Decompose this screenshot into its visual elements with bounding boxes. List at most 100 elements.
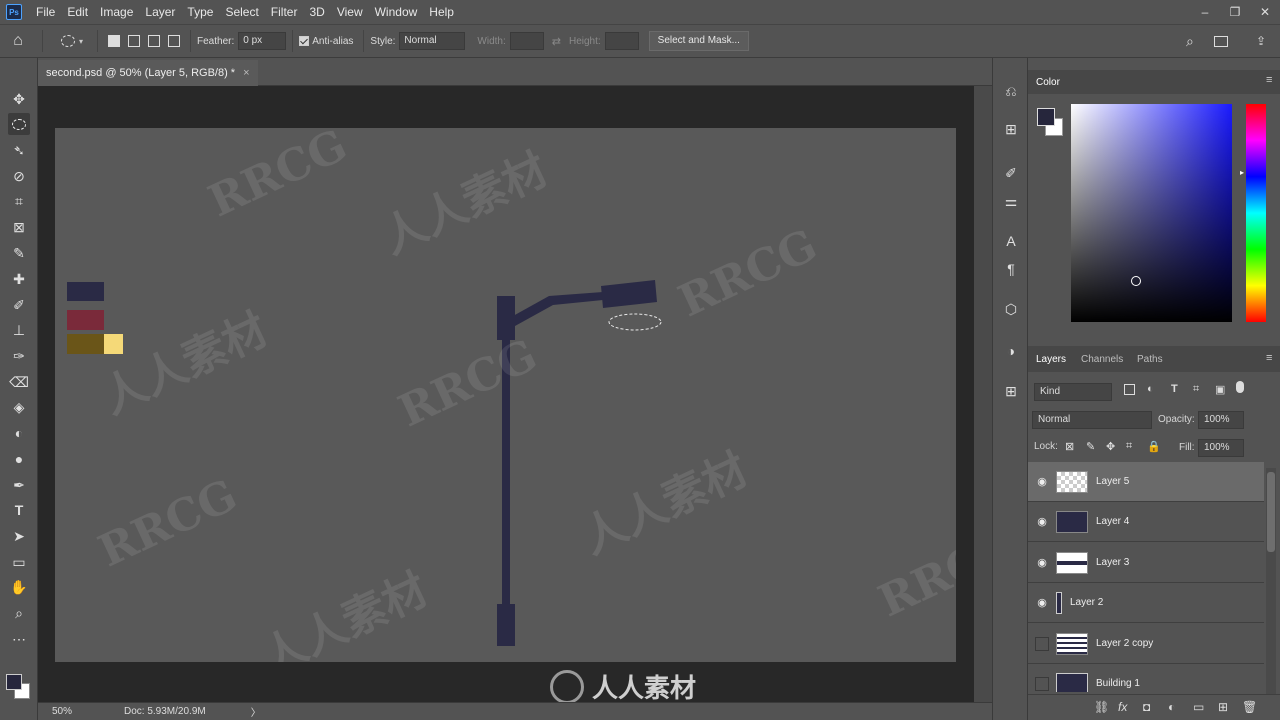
filter-smart-object-icon[interactable]: ▣ [1215, 383, 1225, 396]
link-layers-icon[interactable]: ⛓ [1094, 700, 1109, 714]
share-icon[interactable]: ⇪ [1256, 34, 1266, 48]
lock-all-icon[interactable]: 🔒 [1147, 440, 1161, 453]
adjustments-panel-icon[interactable]: ◑ [1000, 340, 1022, 362]
history-panel-icon[interactable]: ⎌ [1000, 80, 1022, 102]
layer-row-building-1[interactable]: Building 1 [1028, 664, 1264, 692]
vertical-scrollbar[interactable] [974, 86, 992, 702]
blur-tool-icon[interactable]: ◐ [8, 422, 30, 444]
intersect-selection-icon[interactable] [168, 35, 181, 47]
panel-menu-icon[interactable]: ≡ [1266, 74, 1272, 86]
lock-artboard-icon[interactable]: ⌗ [1126, 440, 1132, 453]
eraser-tool-icon[interactable]: ⌫ [8, 371, 30, 393]
document-tab[interactable]: second.psd @ 50% (Layer 5, RGB/8) * × [38, 60, 258, 86]
zoom-level[interactable]: 50% [52, 706, 112, 717]
height-input[interactable] [604, 32, 639, 50]
visibility-toggle-hidden[interactable] [1035, 636, 1049, 651]
zoom-tool-icon[interactable]: ⌕ [8, 602, 30, 624]
filter-type-icon[interactable]: T [1171, 383, 1178, 395]
character-panel-icon[interactable]: A [1000, 230, 1022, 252]
rectangle-tool-icon[interactable]: ▭ [8, 551, 30, 573]
layers-panel-menu-icon[interactable]: ≡ [1266, 352, 1272, 364]
move-tool-icon[interactable]: ✥ [8, 88, 30, 110]
new-selection-icon[interactable] [108, 35, 121, 47]
elliptical-marquee-preset-icon[interactable] [61, 35, 75, 47]
color-picker-field[interactable] [1071, 104, 1232, 322]
layer-name[interactable]: Layer 5 [1096, 476, 1129, 487]
chevron-down-icon[interactable]: ▾ [79, 37, 83, 46]
grid-panel-icon[interactable]: ⊞ [1000, 380, 1022, 402]
menu-filter[interactable]: Filter [265, 0, 304, 24]
fill-input[interactable]: 100% [1198, 439, 1244, 457]
opacity-input[interactable]: 100% [1198, 411, 1244, 429]
paint-bucket-tool-icon[interactable]: ◈ [8, 396, 30, 418]
menu-layer[interactable]: Layer [139, 0, 181, 24]
document-canvas[interactable]: RRCG 人人素材 RRCG 人人素材 RRCG 人人素材 RRCG 人人素材 … [55, 128, 956, 662]
lock-transparent-pixels-icon[interactable]: ⊠ [1065, 440, 1074, 453]
visibility-eye-icon[interactable]: ◉ [1028, 475, 1056, 488]
menu-window[interactable]: Window [369, 0, 424, 24]
quick-selection-tool-icon[interactable]: ⊘ [8, 165, 30, 187]
pen-tool-icon[interactable]: ✒ [8, 474, 30, 496]
layers-scrollbar[interactable] [1266, 468, 1276, 694]
lasso-tool-icon[interactable]: ➴ [8, 139, 30, 161]
foreground-color-swatch[interactable] [6, 674, 22, 690]
visibility-eye-icon[interactable]: ◉ [1028, 556, 1056, 569]
width-input[interactable] [509, 32, 544, 50]
eyedropper-tool-icon[interactable]: ✎ [8, 242, 30, 264]
frame-tool-icon[interactable]: ⊠ [8, 216, 30, 238]
elliptical-marquee-tool-icon[interactable] [8, 113, 30, 135]
style-select[interactable]: Normal [399, 32, 466, 50]
visibility-toggle-hidden[interactable] [1035, 676, 1049, 691]
more-tools-icon[interactable]: ⋯ [8, 628, 30, 650]
menu-type[interactable]: Type [181, 0, 219, 24]
filter-adjustment-icon[interactable]: ◐ [1147, 383, 1154, 395]
3d-panel-icon[interactable]: ⬡ [1000, 298, 1022, 320]
menu-3d[interactable]: 3D [303, 0, 330, 24]
visibility-eye-icon[interactable]: ◉ [1028, 596, 1056, 609]
color-panel-title[interactable]: Color [1036, 77, 1060, 88]
select-and-mask-button[interactable]: Select and Mask... [648, 31, 749, 51]
tab-channels[interactable]: Channels [1081, 354, 1123, 365]
crop-tool-icon[interactable]: ⌗ [8, 190, 30, 212]
filter-pixel-icon[interactable] [1124, 384, 1135, 395]
path-selection-tool-icon[interactable]: ➤ [8, 525, 30, 547]
lock-position-icon[interactable]: ✥ [1106, 440, 1115, 453]
hue-slider[interactable] [1246, 104, 1266, 322]
layer-row-2[interactable]: ◉ Layer 2 [1028, 583, 1264, 623]
status-arrow-icon[interactable]: 〉 [251, 704, 261, 719]
minimize-button[interactable]: – [1190, 5, 1220, 19]
tab-layers[interactable]: Layers [1036, 354, 1066, 365]
add-mask-icon[interactable]: ◘ [1143, 700, 1150, 714]
kind-filter-select[interactable]: Kind [1034, 383, 1112, 401]
clone-stamp-tool-icon[interactable]: ⊥ [8, 319, 30, 341]
menu-help[interactable]: Help [423, 0, 460, 24]
layer-name[interactable]: Layer 2 copy [1096, 638, 1153, 649]
layer-name[interactable]: Layer 2 [1070, 597, 1103, 608]
layer-name[interactable]: Building 1 [1096, 678, 1140, 689]
restore-button[interactable]: ❐ [1220, 5, 1250, 19]
close-tab-icon[interactable]: × [243, 61, 249, 85]
filter-shape-icon[interactable]: ⌗ [1193, 383, 1199, 396]
layer-name[interactable]: Layer 3 [1096, 557, 1129, 568]
menu-view[interactable]: View [331, 0, 369, 24]
layer-name[interactable]: Layer 4 [1096, 516, 1129, 527]
antialias-checkbox[interactable] [299, 36, 310, 46]
layer-row-5[interactable]: ◉ Layer 5 [1028, 462, 1264, 502]
adjust-sliders-icon[interactable]: ⚌ [1000, 190, 1022, 212]
layer-row-3[interactable]: ◉ Layer 3 [1028, 543, 1264, 583]
healing-brush-tool-icon[interactable]: ✚ [8, 268, 30, 290]
menu-file[interactable]: File [30, 0, 61, 24]
menu-select[interactable]: Select [219, 0, 264, 24]
delete-layer-icon[interactable]: 🗑 [1242, 700, 1257, 714]
layer-row-4[interactable]: ◉ Layer 4 [1028, 502, 1264, 542]
home-icon[interactable]: ⌂ [0, 32, 36, 50]
dodge-tool-icon[interactable]: ● [8, 448, 30, 470]
fg-color-chip[interactable] [1037, 108, 1055, 126]
layer-style-icon[interactable]: fx [1118, 700, 1127, 714]
canvas-workarea[interactable]: RRCG 人人素材 RRCG 人人素材 RRCG 人人素材 RRCG 人人素材 … [38, 86, 974, 704]
subtract-from-selection-icon[interactable] [148, 35, 161, 47]
lock-image-pixels-icon[interactable]: ✎ [1086, 440, 1095, 453]
history-brush-tool-icon[interactable]: ✑ [8, 345, 30, 367]
menu-edit[interactable]: Edit [61, 0, 94, 24]
visibility-eye-icon[interactable]: ◉ [1028, 515, 1056, 528]
